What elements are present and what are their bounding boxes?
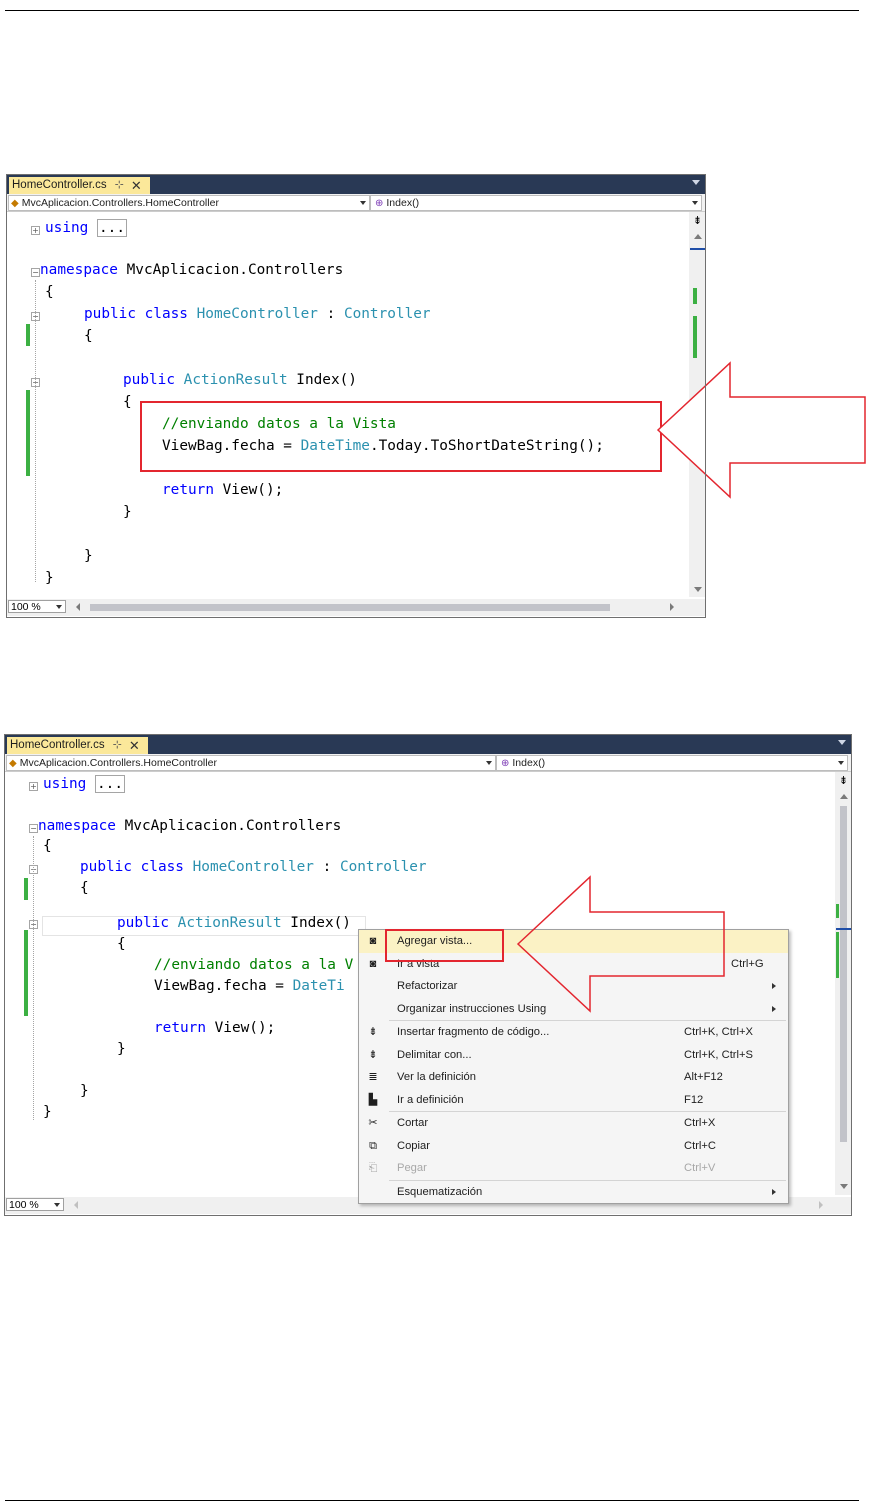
close-icon[interactable]: ✕: [129, 737, 140, 754]
menu-item-pegar[interactable]: ⎗ Pegar Ctrl+V: [359, 1157, 788, 1180]
chevron-down-icon: [360, 201, 366, 205]
menu-highlight-box: [385, 929, 504, 962]
outline-guide: [35, 280, 37, 582]
submenu-arrow-icon: [772, 1188, 776, 1195]
document-tab-strip: HomeController.cs ⊹ ✕: [4, 734, 852, 754]
vs-editor-screenshot-1: HomeController.cs ⊹ ✕ ◆ MvcAplicacion.Con…: [6, 174, 706, 618]
method-icon: ⊕: [501, 758, 510, 769]
top-rule: [5, 10, 859, 11]
collapsed-region[interactable]: ...: [95, 775, 125, 793]
outline-collapse-icon[interactable]: −: [31, 268, 40, 277]
collapsed-region[interactable]: ...: [97, 219, 127, 237]
horizontal-scroll-thumb[interactable]: [90, 604, 610, 611]
change-marker: [26, 324, 30, 346]
caret-marker: [690, 248, 705, 250]
tab-homecontroller[interactable]: HomeController.cs ⊹ ✕: [9, 177, 150, 194]
class-icon: ◆: [11, 198, 19, 209]
zoom-combo[interactable]: 100 %: [8, 600, 66, 613]
tab-homecontroller[interactable]: HomeController.cs ⊹ ✕: [7, 737, 148, 754]
chevron-down-icon: [838, 761, 844, 765]
surround-with-icon: ⇟: [368, 1048, 378, 1061]
outline-expand-icon[interactable]: +: [31, 226, 40, 235]
code-highlight-box: [140, 401, 662, 472]
method-icon: ⊕: [375, 198, 384, 209]
add-view-icon: ◙: [369, 935, 377, 947]
menu-item-insertar-fragmento[interactable]: ⇟ Insertar fragmento de código... Ctrl+K, …: [359, 1021, 788, 1044]
close-icon[interactable]: ✕: [131, 177, 142, 194]
navigation-bar: ◆ MvcAplicacion.Controllers.HomeControlle…: [6, 194, 706, 212]
submenu-arrow-icon: [772, 1005, 776, 1012]
bottom-rule: [5, 1500, 859, 1501]
split-icon[interactable]: ⇟: [837, 774, 850, 787]
change-marker: [24, 930, 28, 1016]
copy-icon: ⧉: [369, 1139, 377, 1152]
scroll-down-icon[interactable]: [840, 1184, 848, 1189]
class-icon: ◆: [9, 758, 17, 769]
insert-snippet-icon: ⇟: [368, 1026, 378, 1038]
submenu-arrow-icon: [772, 983, 776, 989]
outline-collapse-icon[interactable]: −: [29, 824, 38, 833]
menu-item-delimitar-con[interactable]: ⇟ Delimitar con... Ctrl+K, Ctrl+S: [359, 1044, 788, 1067]
scroll-up-icon[interactable]: [694, 234, 702, 239]
scroll-right-icon[interactable]: [670, 603, 674, 611]
menu-item-esquematizacion[interactable]: Esquematización: [359, 1181, 788, 1204]
scroll-left-icon[interactable]: [76, 603, 80, 611]
split-icon[interactable]: ⇟: [691, 214, 704, 227]
menu-item-ir-a-definicion[interactable]: ▙ Ir a definición F12: [359, 1089, 788, 1112]
change-marker: [693, 316, 697, 358]
scroll-left-icon[interactable]: [74, 1201, 78, 1209]
caret-marker: [836, 928, 851, 930]
change-marker: [26, 390, 30, 476]
horizontal-scrollbar[interactable]: 100 %: [6, 599, 706, 616]
member-combo[interactable]: ⊕ Index(): [496, 755, 848, 771]
change-marker: [836, 932, 839, 978]
code-text: using ... namespace MvcAplicacion.Contro…: [38, 775, 427, 1120]
menu-item-cortar[interactable]: ✂ Cortar Ctrl+X: [359, 1112, 788, 1135]
peek-definition-icon: ≣: [368, 1071, 378, 1083]
navigation-bar: ◆ MvcAplicacion.Controllers.HomeControlle…: [4, 754, 852, 772]
vertical-scrollbar[interactable]: ⇟: [835, 772, 852, 1195]
scissors-icon: ✂: [368, 1117, 378, 1129]
type-combo[interactable]: ◆ MvcAplicacion.Controllers.HomeControlle…: [8, 195, 370, 211]
pin-icon[interactable]: ⊹: [115, 177, 124, 194]
document-tab-strip: HomeController.cs ⊹ ✕: [6, 174, 706, 194]
chevron-down-icon: [486, 761, 492, 765]
callout-arrow-2: [516, 875, 725, 1013]
paste-icon: ⎗: [368, 1162, 378, 1174]
menu-item-ver-definicion[interactable]: ≣ Ver la definición Alt+F12: [359, 1066, 788, 1089]
type-combo[interactable]: ◆ MvcAplicacion.Controllers.HomeControlle…: [6, 755, 496, 771]
tab-title: HomeController.cs: [12, 179, 107, 191]
chevron-down-icon: [692, 201, 698, 205]
scroll-down-icon[interactable]: [694, 587, 702, 592]
scroll-up-icon[interactable]: [840, 794, 848, 799]
go-to-definition-icon: ▙: [368, 1093, 378, 1106]
scroll-right-icon[interactable]: [819, 1201, 823, 1209]
change-marker: [24, 878, 28, 900]
code-text: using ... namespace MvcAplicacion.Contro…: [40, 219, 604, 586]
go-to-view-icon: ◙: [369, 957, 377, 970]
change-marker: [836, 904, 839, 918]
outline-expand-icon[interactable]: +: [29, 782, 38, 791]
member-combo[interactable]: ⊕ Index(): [370, 195, 702, 211]
outline-guide: [33, 836, 35, 1120]
change-marker: [693, 288, 697, 304]
callout-arrow-1: [656, 361, 866, 499]
zoom-combo[interactable]: 100 %: [6, 1198, 64, 1211]
vertical-scroll-thumb[interactable]: [840, 806, 847, 1142]
tab-list-dropdown-icon[interactable]: [692, 180, 700, 185]
pin-icon[interactable]: ⊹: [113, 737, 122, 754]
tab-title: HomeController.cs: [10, 739, 105, 751]
menu-item-copiar[interactable]: ⧉ Copiar Ctrl+C: [359, 1135, 788, 1158]
tab-list-dropdown-icon[interactable]: [838, 740, 846, 745]
